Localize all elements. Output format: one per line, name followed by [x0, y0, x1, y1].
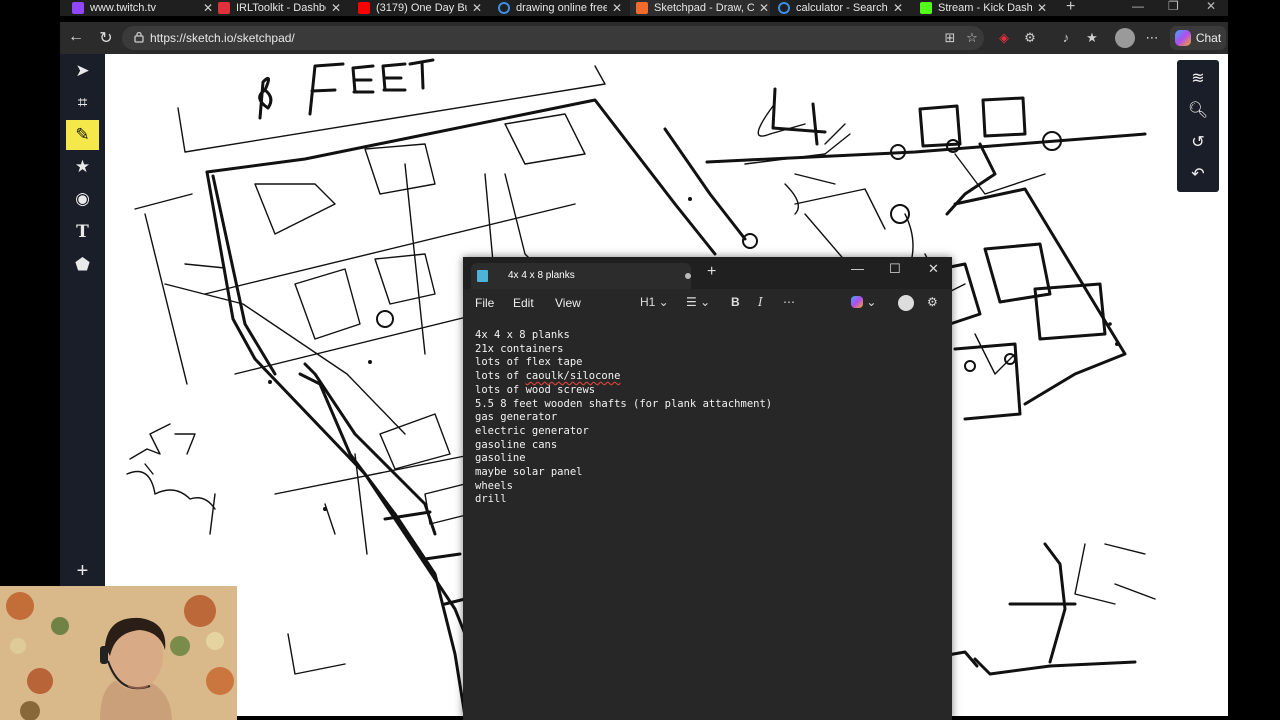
url-text: https://sketch.io/sketchpad/ [150, 31, 295, 45]
tab-sketchpad[interactable]: Sketchpad - Draw, Cre ✕ [630, 0, 770, 16]
notepad-icon [477, 270, 488, 282]
text-tool-icon[interactable]: T [66, 217, 99, 247]
text-line: gasoline [475, 452, 526, 465]
unsaved-dot-icon [685, 273, 691, 279]
clipart-tool-icon[interactable]: ◉ [66, 184, 99, 214]
layers-icon[interactable]: ≋ [1177, 62, 1219, 94]
close-icon[interactable]: ✕ [1036, 1, 1048, 15]
extension-ublock-icon[interactable]: ◈ [996, 30, 1012, 46]
twitch-icon [72, 2, 84, 14]
screen: www.twitch.tv ✕ IRLToolkit - Dashboard ✕… [0, 0, 1280, 720]
text-line: wheels [475, 479, 513, 492]
close-icon[interactable]: ✕ [928, 261, 939, 277]
notepad-text-area[interactable]: 4x 4 x 8 planks 21x containers lots of fle… [475, 329, 945, 507]
crop-tool-icon[interactable]: ⌗ [66, 88, 99, 118]
extensions-icon[interactable]: ♪ [1058, 30, 1074, 46]
right-toolbar: ≋ 🔍︎ ↺ ↶ [1177, 60, 1219, 192]
kick-icon [920, 2, 932, 14]
close-icon[interactable]: ✕ [330, 1, 342, 15]
undo-icon[interactable]: ↶ [1177, 158, 1219, 190]
text-line: lots of caoulk/silocone [475, 370, 621, 383]
search-icon [778, 2, 790, 14]
close-icon[interactable]: ✕ [892, 1, 904, 15]
maximize-icon[interactable]: ☐ [889, 261, 901, 277]
notepad-window: 4x 4 x 8 planks + — ☐ ✕ File Edit View H… [463, 257, 952, 720]
fill-tool-icon[interactable]: ⬟ [66, 250, 99, 280]
text-line: 4x 4 x 8 planks [475, 329, 570, 341]
text-line: gasoline cans [475, 438, 558, 451]
notepad-tab[interactable]: 4x 4 x 8 planks [471, 263, 691, 289]
star-shapes-tool-icon[interactable]: ★ [66, 152, 99, 182]
tab-kick[interactable]: Stream - Kick Dashbo ✕ [920, 0, 1048, 16]
extension-settings-icon[interactable]: ⚙ [1022, 30, 1038, 46]
more-format-icon[interactable]: ⋯ [783, 295, 795, 309]
select-tool-icon[interactable]: ➤ [66, 56, 99, 86]
irltoolkit-icon [218, 2, 230, 14]
webcam-overlay [0, 586, 237, 720]
minimize-icon[interactable]: — [851, 261, 864, 276]
copilot-icon[interactable]: ⌄ [851, 295, 876, 309]
text-line: lots of wood screws [475, 383, 596, 396]
close-icon[interactable]: ✕ [758, 1, 770, 15]
menu-edit[interactable]: Edit [513, 296, 534, 310]
zoom-search-icon[interactable]: 🔍︎ [1177, 94, 1219, 126]
account-avatar[interactable] [898, 295, 914, 311]
restore-icon[interactable]: ❐ [1168, 0, 1179, 13]
sketchpad-icon [636, 2, 648, 14]
app-available-icon[interactable]: ⊞ [942, 30, 958, 46]
close-window-icon[interactable]: ✕ [1206, 0, 1216, 13]
menu-view[interactable]: View [555, 296, 581, 310]
tab-youtube[interactable]: (3179) One Day Build - ✕ [358, 0, 483, 16]
tab-irltoolkit[interactable]: IRLToolkit - Dashboard ✕ [218, 0, 342, 16]
more-menu-icon[interactable]: ⋯ [1144, 30, 1160, 46]
italic-button[interactable]: I [758, 295, 763, 309]
tab-calculator-search[interactable]: calculator - Search ✕ [778, 0, 904, 16]
text-line: lots of flex tape [475, 356, 583, 369]
minimize-icon[interactable]: — [1132, 0, 1144, 13]
text-line: electric generator [475, 424, 589, 437]
close-icon[interactable]: ✕ [471, 1, 483, 15]
browser-toolbar: ← ↻ https://sketch.io/sketchpad/ ⊞ ☆ ◈ ⚙… [60, 22, 1228, 54]
back-icon[interactable]: ← [66, 28, 86, 46]
text-line: drill [475, 493, 507, 506]
text-line: 21x containers [475, 342, 564, 355]
favorite-star-icon[interactable]: ☆ [964, 30, 980, 46]
profile-avatar[interactable] [1115, 28, 1135, 48]
text-line: gas generator [475, 411, 558, 424]
youtube-icon [358, 2, 370, 14]
text-line: 5.5 8 feet wooden shafts (for plank atta… [475, 397, 773, 410]
notepad-titlebar: 4x 4 x 8 planks + — ☐ ✕ [463, 257, 952, 289]
heading-dropdown[interactable]: H1 ⌄ [640, 295, 669, 309]
menu-file[interactable]: File [475, 296, 494, 310]
close-icon[interactable]: ✕ [202, 1, 214, 15]
list-dropdown-icon[interactable]: ☰ ⌄ [686, 295, 710, 309]
browser-tab-strip: www.twitch.tv ✕ IRLToolkit - Dashboard ✕… [60, 0, 1228, 16]
favorites-icon[interactable]: ★ [1084, 30, 1100, 46]
pencil-tool-icon[interactable]: ✎ [66, 120, 99, 150]
add-tool-icon[interactable]: + [66, 556, 99, 586]
copilot-icon [1174, 30, 1191, 46]
tab-twitch[interactable]: www.twitch.tv ✕ [72, 0, 214, 16]
notepad-menubar: File Edit View H1 ⌄ ☰ ⌄ B I ⋯ ⌄ ⚙ [463, 289, 952, 317]
reload-icon[interactable]: ↻ [96, 28, 116, 48]
close-icon[interactable]: ✕ [611, 1, 623, 15]
misspelled-word[interactable]: caoulk/silocone [526, 370, 621, 382]
new-tab-button[interactable]: + [707, 263, 716, 281]
site-info-icon[interactable] [132, 30, 146, 44]
history-icon[interactable]: ↺ [1177, 126, 1219, 158]
address-bar[interactable]: https://sketch.io/sketchpad/ ⊞ ☆ [122, 26, 984, 50]
new-tab-button[interactable]: + [1066, 0, 1075, 16]
search-icon [498, 2, 510, 14]
text-line: maybe solar panel [475, 466, 583, 479]
bold-button[interactable]: B [731, 295, 740, 309]
copilot-chat-button[interactable]: Chat [1170, 26, 1226, 50]
tab-drawing-search[interactable]: drawing online free - ✕ [498, 0, 623, 16]
settings-gear-icon[interactable]: ⚙ [927, 295, 938, 309]
